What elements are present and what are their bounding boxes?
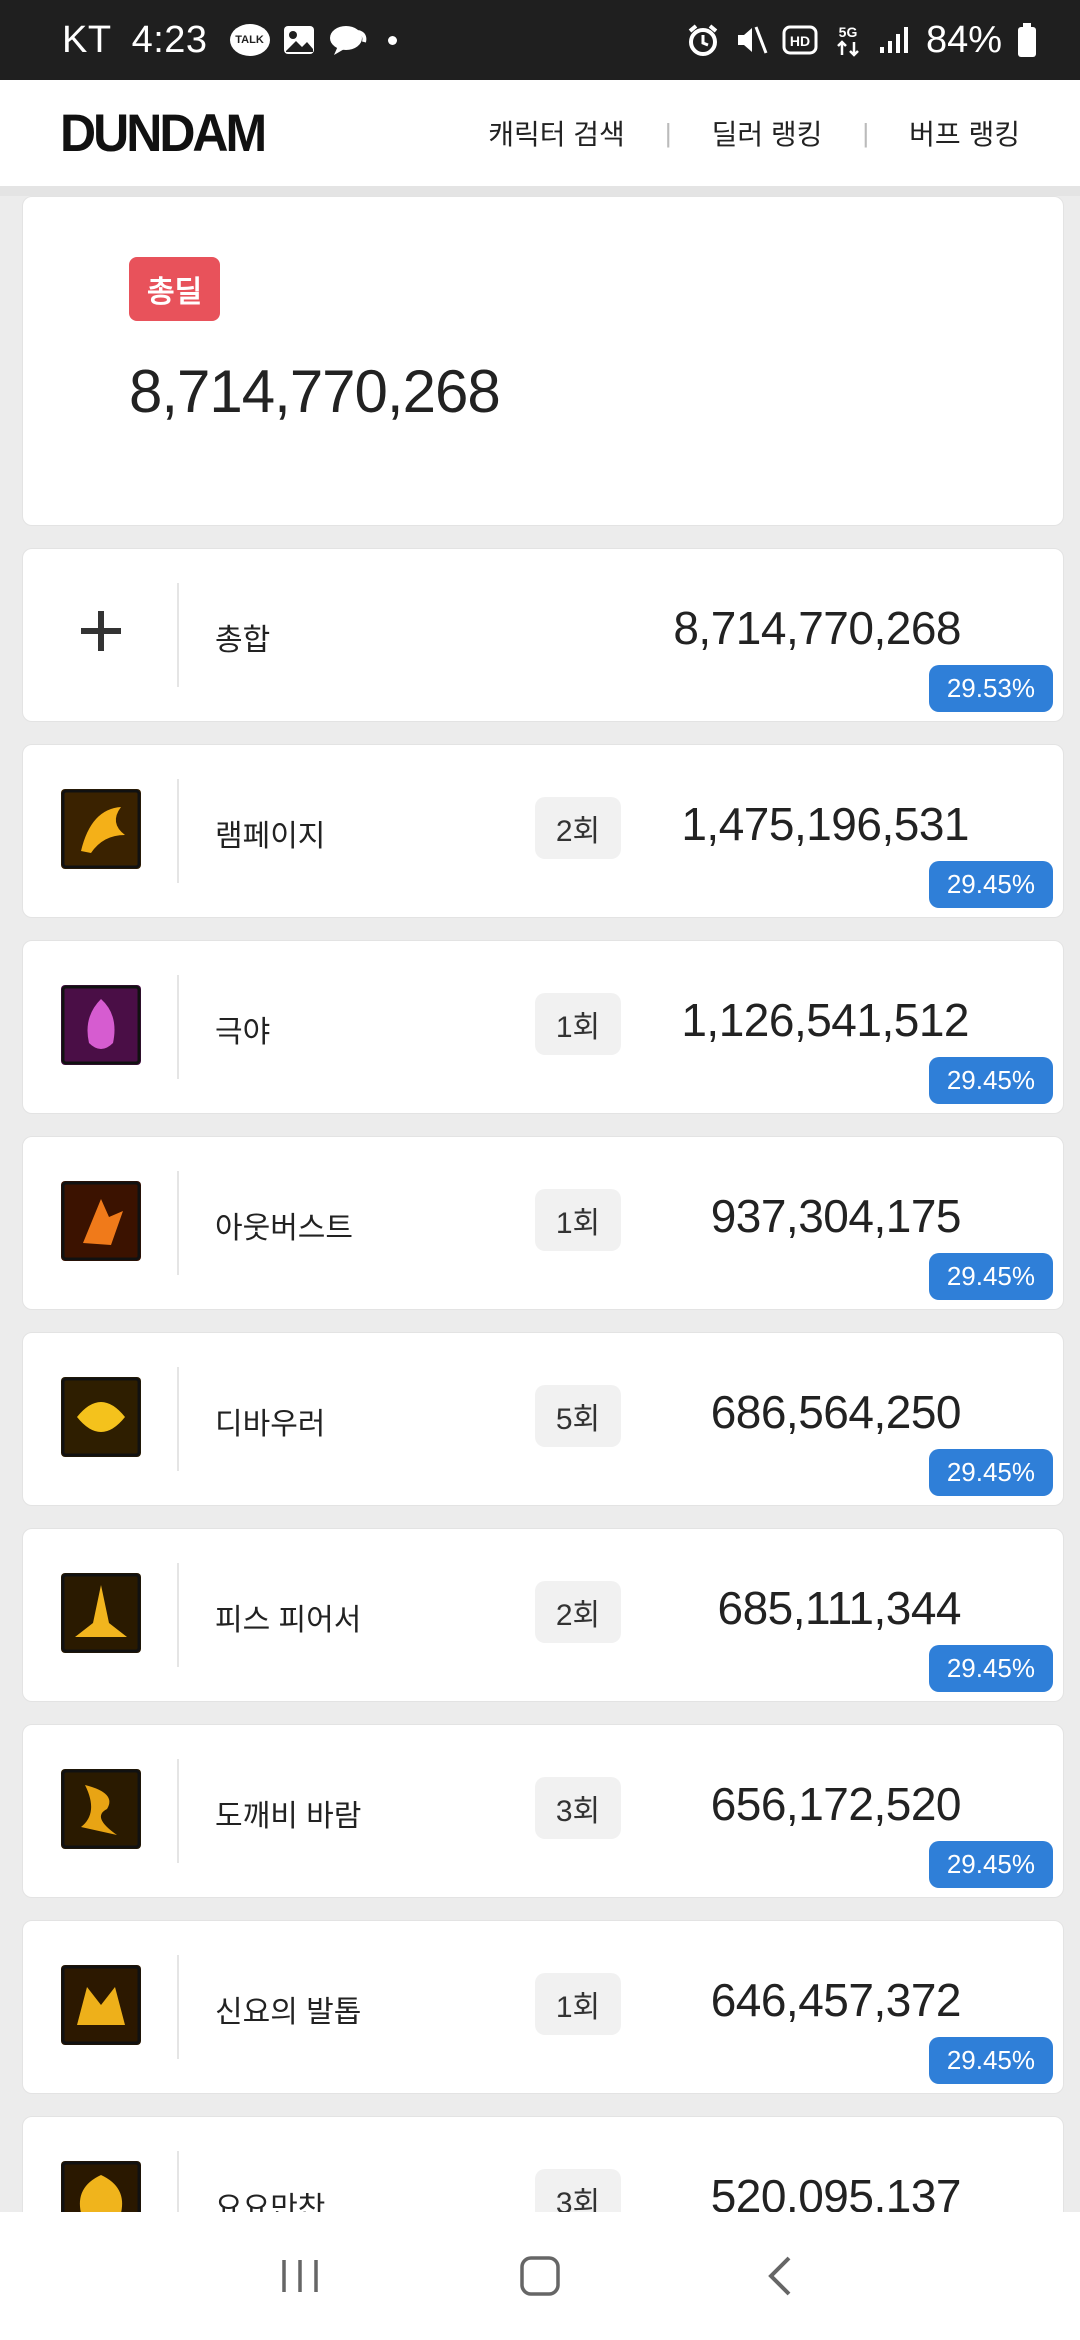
skill-row[interactable]: 극야 1회 1,126,541,512 29.45% [22, 940, 1064, 1114]
skill-row[interactable]: 아웃버스트 1회 937,304,175 29.45% [22, 1136, 1064, 1310]
skill-name: 램페이지 [215, 820, 326, 853]
skill-name: 아웃버스트 [215, 1212, 353, 1245]
summary-label: 총합 [215, 624, 271, 657]
hit-count-badge: 1회 [535, 993, 621, 1055]
row-divider [177, 1563, 179, 1667]
svg-text:HD: HD [790, 33, 810, 49]
skill-damage-value: 646,457,372 [710, 1974, 962, 2026]
claw-skill-icon [61, 1965, 141, 2045]
battery-percent: 84% [925, 18, 1002, 61]
row-divider [177, 1171, 179, 1275]
skill-damage-value: 686,564,250 [710, 1386, 962, 1438]
top-nav: 캐릭터 검색 | 딜러 랭킹 | 버프 랭킹 [488, 113, 1020, 153]
nav-dealer-ranking[interactable]: 딜러 랭킹 [712, 113, 823, 153]
home-icon[interactable] [510, 2246, 570, 2306]
percent-badge: 29.45% [928, 1253, 1053, 1300]
svg-text:5G: 5G [839, 24, 858, 40]
header-shadow [0, 186, 1080, 196]
hd-voice-icon: HD [782, 25, 818, 55]
status-bar: KT 4:23 TALK HD 5G 84% [0, 0, 1080, 80]
hit-count-badge: 5회 [535, 1385, 621, 1447]
skill-row[interactable]: 램페이지 2회 1,475,196,531 29.45% [22, 744, 1064, 918]
skill-damage-value: 656,172,520 [710, 1778, 962, 1830]
row-divider [177, 975, 179, 1079]
5g-network-icon: 5G [832, 22, 864, 58]
alarm-icon [686, 23, 720, 57]
system-nav-bar [0, 2212, 1080, 2340]
row-divider [177, 1367, 179, 1471]
skill-list: 램페이지 2회 1,475,196,531 29.45% 극야 1회 1,126,541,5… [22, 744, 1064, 2290]
row-divider [177, 1759, 179, 1863]
nav-buffer-ranking[interactable]: 버프 랭킹 [909, 113, 1020, 153]
kakaotalk-notification-icon: TALK [229, 24, 270, 56]
skill-name: 극야 [215, 1016, 271, 1049]
row-divider [177, 1955, 179, 2059]
nav-divider: | [664, 117, 672, 148]
percent-badge: 29.53% [928, 665, 1053, 712]
carrier-label: KT [62, 18, 112, 61]
skill-row[interactable]: 디바우러 5회 686,564,250 29.45% [22, 1332, 1064, 1506]
total-damage-value: 8,714,770,268 [129, 358, 501, 425]
percent-badge: 29.45% [928, 1645, 1053, 1692]
skill-damage-value: 1,126,541,512 [681, 994, 969, 1046]
polar-night-skill-icon [61, 985, 141, 1065]
hit-count-badge: 1회 [535, 1973, 621, 2035]
battery-icon [1016, 22, 1038, 58]
chat-notification-icon [328, 24, 368, 56]
row-divider [177, 583, 179, 687]
percent-badge: 29.45% [928, 1057, 1053, 1104]
rampage-skill-icon [61, 789, 141, 869]
skill-name: 피스 피어서 [215, 1604, 362, 1637]
goblin-wind-skill-icon [61, 1769, 141, 1849]
skill-damage-value: 1,475,196,531 [681, 798, 969, 850]
hit-count-badge: 1회 [535, 1189, 621, 1251]
nav-character-search[interactable]: 캐릭터 검색 [488, 113, 625, 153]
plus-icon[interactable] [81, 611, 121, 651]
total-damage-card: 총딜 8,714,770,268 [22, 196, 1064, 526]
percent-badge: 29.45% [928, 2037, 1053, 2084]
mute-icon [734, 23, 768, 57]
skill-row[interactable]: 신요의 발톱 1회 646,457,372 29.45% [22, 1920, 1064, 2094]
skill-row[interactable]: 피스 피어서 2회 685,111,344 29.45% [22, 1528, 1064, 1702]
skill-name: 신요의 발톱 [215, 1996, 362, 2029]
skill-damage-value: 685,111,344 [717, 1582, 962, 1634]
skill-damage-value: 937,304,175 [710, 1190, 962, 1242]
skill-name: 디바우러 [215, 1408, 326, 1441]
signal-icon [878, 25, 912, 55]
nav-divider: | [862, 117, 870, 148]
recent-apps-icon[interactable] [270, 2246, 330, 2306]
skill-row[interactable]: 도깨비 바람 3회 656,172,520 29.45% [22, 1724, 1064, 1898]
percent-badge: 29.45% [928, 1841, 1053, 1888]
hit-count-badge: 2회 [535, 797, 621, 859]
row-divider [177, 779, 179, 883]
total-damage-badge: 총딜 [129, 257, 221, 321]
devourer-skill-icon [61, 1377, 141, 1457]
hit-count-badge: 3회 [535, 1777, 621, 1839]
gallery-notification-icon [282, 24, 316, 56]
percent-badge: 29.45% [928, 861, 1053, 908]
summary-value: 8,714,770,268 [673, 602, 961, 654]
more-notifications-icon [387, 35, 397, 45]
summary-row[interactable]: 총합 8,714,770,268 29.53% [22, 548, 1064, 722]
skill-name: 도깨비 바람 [215, 1800, 362, 1833]
piece-piercer-skill-icon [61, 1573, 141, 1653]
outburst-skill-icon [61, 1181, 141, 1261]
percent-badge: 29.45% [928, 1449, 1053, 1496]
damage-breakdown: 총딜 8,714,770,268 총합 8,714,770,268 29.53%… [22, 196, 1064, 2290]
site-logo[interactable]: DUNDAM [60, 103, 267, 164]
hit-count-badge: 2회 [535, 1581, 621, 1643]
site-header: DUNDAM 캐릭터 검색 | 딜러 랭킹 | 버프 랭킹 [0, 80, 1080, 186]
clock: 4:23 [131, 18, 208, 61]
back-icon[interactable] [750, 2246, 810, 2306]
